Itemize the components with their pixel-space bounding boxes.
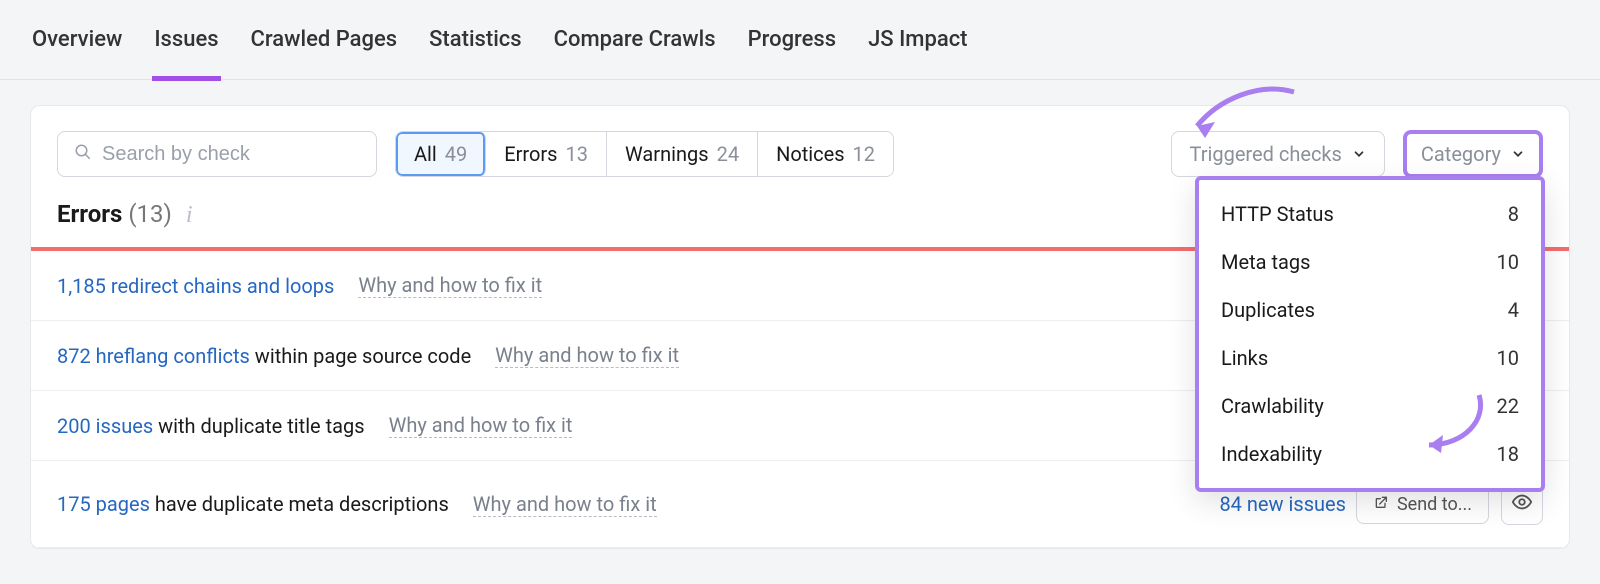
section-count: (13) <box>128 200 172 228</box>
section-title: Errors <box>57 200 122 228</box>
issues-card: All 49 Errors 13 Warnings 24 Notices 12 … <box>30 105 1570 549</box>
issue-link[interactable]: 200 issues <box>57 414 153 438</box>
filter-all-label: All <box>414 142 437 166</box>
category-option-http-status[interactable]: HTTP Status 8 <box>1199 190 1541 238</box>
why-how-fix-link[interactable]: Why and how to fix it <box>495 343 679 368</box>
category-option-count: 4 <box>1508 298 1519 322</box>
filter-warnings[interactable]: Warnings 24 <box>607 132 758 176</box>
share-icon <box>1373 494 1389 515</box>
filter-notices-count: 12 <box>853 142 875 166</box>
tab-js-impact[interactable]: JS Impact <box>866 0 969 80</box>
why-how-fix-link[interactable]: Why and how to fix it <box>389 413 573 438</box>
filter-all[interactable]: All 49 <box>396 132 486 176</box>
triggered-checks-select[interactable]: Triggered checks <box>1171 131 1385 177</box>
category-select[interactable]: Category <box>1403 130 1543 178</box>
tab-overview[interactable]: Overview <box>30 0 124 80</box>
filter-group: All 49 Errors 13 Warnings 24 Notices 12 <box>395 131 894 177</box>
category-label: Category <box>1421 142 1501 166</box>
issue-link[interactable]: 872 hreflang conflicts <box>57 344 250 368</box>
tab-progress[interactable]: Progress <box>746 0 839 80</box>
filter-warnings-count: 24 <box>717 142 739 166</box>
filter-all-count: 49 <box>445 142 467 166</box>
category-option-count: 10 <box>1497 346 1519 370</box>
category-option-label: Crawlability <box>1221 394 1324 418</box>
category-option-meta-tags[interactable]: Meta tags 10 <box>1199 238 1541 286</box>
filter-notices-label: Notices <box>776 142 844 166</box>
search-icon <box>74 142 92 166</box>
issue-link[interactable]: 175 pages <box>57 492 150 516</box>
send-to-label: Send to... <box>1397 494 1472 515</box>
info-icon[interactable]: i <box>186 202 193 228</box>
category-option-count: 22 <box>1497 394 1519 418</box>
category-option-count: 10 <box>1497 250 1519 274</box>
search-input[interactable] <box>102 143 360 166</box>
category-dropdown: HTTP Status 8 Meta tags 10 Duplicates 4 … <box>1195 176 1545 492</box>
category-option-label: Duplicates <box>1221 298 1315 322</box>
tab-crawled-pages[interactable]: Crawled Pages <box>249 0 400 80</box>
triggered-checks-label: Triggered checks <box>1190 142 1342 166</box>
why-how-fix-link[interactable]: Why and how to fix it <box>358 273 542 298</box>
category-option-indexability[interactable]: Indexability 18 <box>1199 430 1541 478</box>
filter-errors-count: 13 <box>566 142 588 166</box>
tab-issues[interactable]: Issues <box>152 0 220 80</box>
category-option-crawlability[interactable]: Crawlability 22 <box>1199 382 1541 430</box>
filter-notices[interactable]: Notices 12 <box>758 132 893 176</box>
category-option-links[interactable]: Links 10 <box>1199 334 1541 382</box>
tab-compare-crawls[interactable]: Compare Crawls <box>552 0 718 80</box>
filter-warnings-label: Warnings <box>625 142 709 166</box>
eye-icon <box>1511 491 1533 518</box>
tab-statistics[interactable]: Statistics <box>427 0 524 80</box>
category-option-label: Indexability <box>1221 442 1322 466</box>
filter-errors-label: Errors <box>504 142 557 166</box>
category-option-label: HTTP Status <box>1221 202 1334 226</box>
top-tabs: Overview Issues Crawled Pages Statistics… <box>0 0 1600 80</box>
chevron-down-icon <box>1352 142 1366 166</box>
search-box[interactable] <box>57 131 377 177</box>
filter-errors[interactable]: Errors 13 <box>486 132 607 176</box>
issue-link[interactable]: 1,185 redirect chains and loops <box>57 274 334 298</box>
category-option-count: 18 <box>1497 442 1519 466</box>
why-how-fix-link[interactable]: Why and how to fix it <box>473 492 657 517</box>
category-option-duplicates[interactable]: Duplicates 4 <box>1199 286 1541 334</box>
chevron-down-icon <box>1511 142 1525 166</box>
category-option-label: Links <box>1221 346 1268 370</box>
issue-suffix: have duplicate meta descriptions <box>150 492 449 516</box>
issue-suffix: within page source code <box>250 344 471 368</box>
new-issues-link[interactable]: 84 new issues <box>1219 492 1346 516</box>
category-option-label: Meta tags <box>1221 250 1310 274</box>
issue-suffix: with duplicate title tags <box>153 414 364 438</box>
category-option-count: 8 <box>1508 202 1519 226</box>
